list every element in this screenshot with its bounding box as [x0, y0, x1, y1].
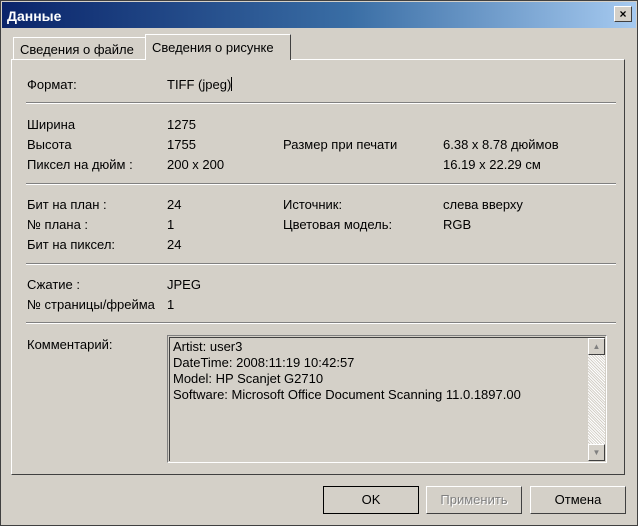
text-caret: [231, 77, 233, 91]
width-value: 1275: [167, 117, 196, 132]
width-label: Ширина: [27, 117, 76, 132]
bits-per-plane-label: Бит на план :: [27, 197, 107, 212]
page-frame-label: № страницы/фрейма: [27, 297, 155, 312]
plane-no-label: № плана :: [27, 217, 89, 232]
arrow-up-icon: ▲: [592, 342, 601, 351]
close-button[interactable]: ×: [614, 6, 632, 22]
bits-per-pixel-value: 24: [167, 237, 182, 252]
apply-button-label: Применить: [440, 492, 508, 507]
page-frame-value: 1: [167, 297, 175, 312]
ok-button-label: OK: [361, 492, 381, 507]
color-model-value: RGB: [443, 217, 472, 232]
format-value[interactable]: TIFF (jpeg): [167, 77, 233, 92]
scroll-up-button[interactable]: ▲: [588, 338, 605, 355]
separator: [26, 102, 616, 104]
window-title: Данные: [7, 8, 62, 24]
arrow-down-icon: ▼: [592, 448, 601, 457]
scroll-down-button[interactable]: ▼: [588, 444, 605, 461]
source-label: Источник:: [283, 197, 343, 212]
format-label: Формат:: [27, 77, 77, 92]
bits-per-pixel-label: Бит на пиксел:: [27, 237, 116, 252]
comment-line: DateTime: 2008:11:19 10:42:57: [173, 355, 355, 370]
print-size-cm: 16.19 x 22.29 см: [443, 157, 541, 172]
cancel-button-label: Отмена: [554, 492, 602, 507]
comment-label: Комментарий:: [27, 337, 113, 352]
bits-per-plane-value: 24: [167, 197, 182, 212]
ok-button[interactable]: OK: [323, 486, 419, 514]
source-value: слева вверху: [443, 197, 523, 212]
comment-line: Software: Microsoft Office Document Scan…: [173, 387, 521, 402]
comment-textarea[interactable]: Artist: user3 DateTime: 2008:11:19 10:42…: [167, 335, 607, 463]
height-label: Высота: [27, 137, 72, 152]
tab-file-info[interactable]: Сведения о файле: [13, 37, 146, 59]
apply-button[interactable]: Применить: [426, 486, 522, 514]
format-value-text: TIFF (jpeg): [167, 77, 232, 92]
cancel-button[interactable]: Отмена: [530, 486, 626, 514]
separator: [26, 183, 616, 185]
dpi-value: 200 x 200: [167, 157, 225, 172]
plane-no-value: 1: [167, 217, 175, 232]
comment-content: Artist: user3 DateTime: 2008:11:19 10:42…: [169, 337, 605, 461]
close-icon: ×: [619, 7, 627, 21]
vertical-scrollbar[interactable]: ▲ ▼: [588, 338, 605, 461]
tab-file-info-label: Сведения о файле: [20, 42, 134, 57]
color-model-label: Цветовая модель:: [283, 217, 393, 232]
compression-label: Сжатие :: [27, 277, 80, 292]
print-size-label: Размер при печати: [283, 137, 398, 152]
title-bar[interactable]: Данные ×: [2, 2, 636, 28]
comment-line: Model: HP Scanjet G2710: [173, 371, 324, 386]
comment-line: Artist: user3: [173, 339, 243, 354]
separator: [26, 322, 616, 324]
tab-image-info-label: Сведения о рисунке: [152, 40, 274, 55]
print-size-inches: 6.38 x 8.78 дюймов: [443, 137, 559, 152]
tab-image-info[interactable]: Сведения о рисунке: [145, 34, 291, 60]
separator: [26, 263, 616, 265]
compression-value: JPEG: [167, 277, 201, 292]
height-value: 1755: [167, 137, 196, 152]
dpi-label: Пиксел на дюйм :: [27, 157, 133, 172]
